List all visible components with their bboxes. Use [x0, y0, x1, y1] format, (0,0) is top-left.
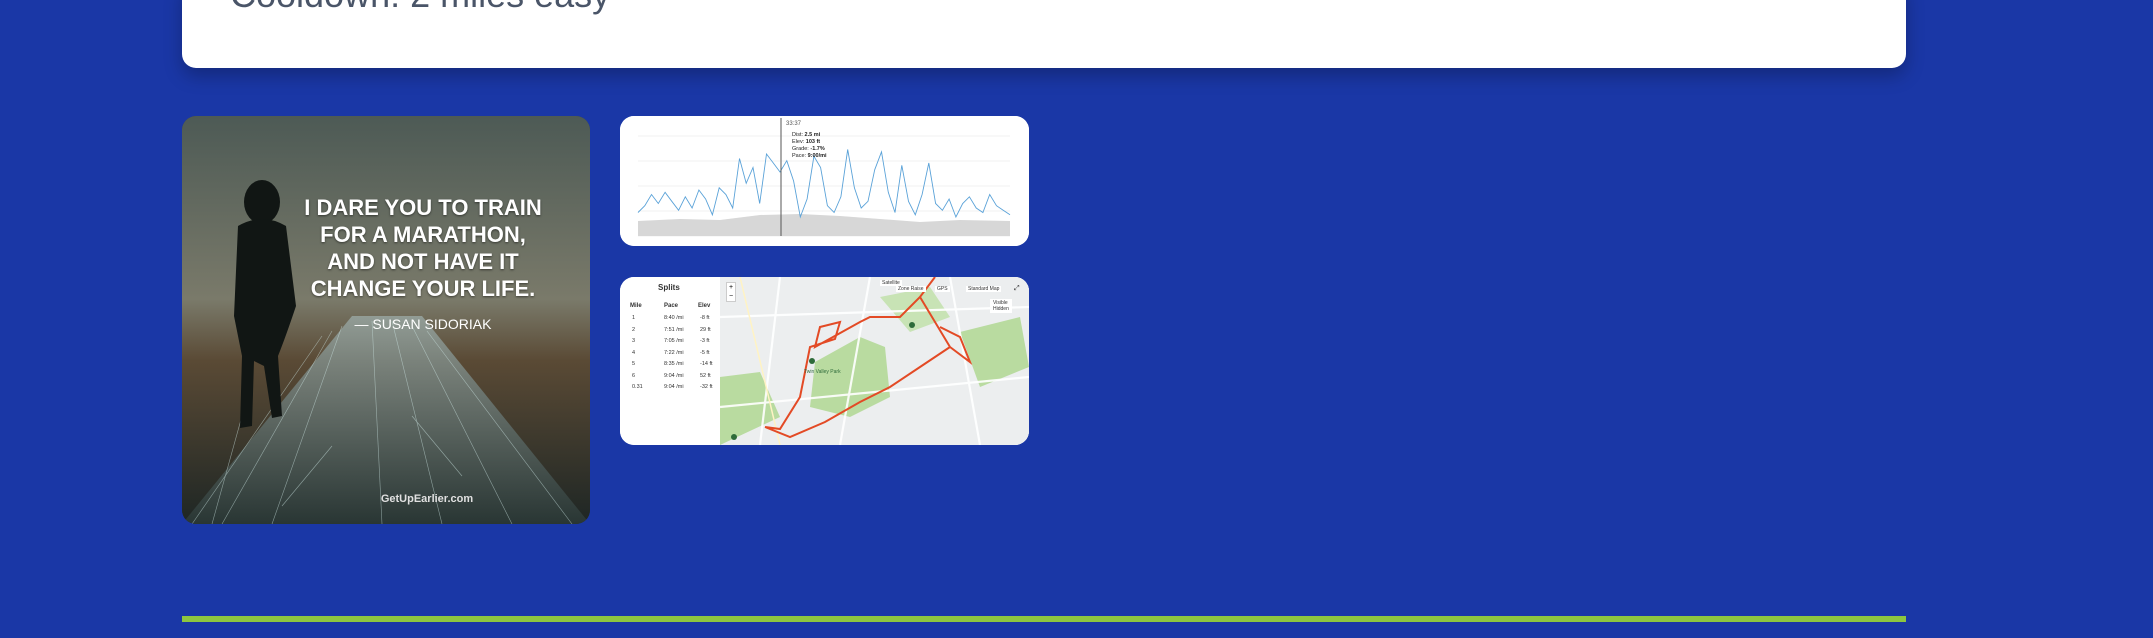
splits-panel: Splits Mile Pace Elev 1 8:40 /mi -8 ft 2 7:5…: [620, 277, 720, 445]
splits-title: Splits: [658, 283, 680, 292]
split-mile: 3: [632, 338, 636, 344]
split-elev: -8 ft: [700, 315, 710, 321]
svg-text:Elev: 103 ft: Elev: 103 ft: [792, 139, 820, 145]
quote-author: — SUSAN SIDORIAK: [354, 316, 492, 332]
zoom-controls[interactable]: + −: [726, 282, 736, 302]
pace-chart: 33:37 Dist: 2.5 mi Elev: 103 ft Grade: -…: [620, 116, 1029, 246]
workout-step-text: Cooldown: 2 miles easy: [230, 0, 610, 16]
split-mile: 2: [632, 326, 636, 333]
map-style-dropdown[interactable]: Standard Map: [966, 286, 1002, 292]
split-row: 3 7:05 /mi -3 ft: [620, 338, 720, 349]
svg-text:Pace: 9:00/mi: Pace: 9:00/mi: [792, 153, 827, 159]
svg-text:Grade: -1.7%: Grade: -1.7%: [792, 146, 825, 152]
workout-card: Cooldown: 2 miles easy: [182, 0, 1906, 68]
footer-accent-line: [182, 616, 1906, 622]
cursor-time: 33:37: [786, 121, 802, 127]
pace-chart-image[interactable]: 33:37 Dist: 2.5 mi Elev: 103 ft Grade: -…: [620, 116, 1029, 246]
quote-text: I DARE YOU TO TRAIN FOR A MARATHON, AND …: [304, 195, 542, 301]
split-pace: 8:40 /mi: [664, 315, 684, 321]
split-mile: 4: [632, 349, 636, 356]
split-pace: 7:22 /mi: [664, 349, 684, 356]
split-row: 5 8:35 /mi -14 ft: [620, 361, 720, 372]
split-mile: 0.31: [632, 384, 643, 390]
fullscreen-icon[interactable]: ⤢: [1014, 285, 1020, 293]
legend-hidden: Hidden: [993, 306, 1009, 312]
split-pace: 9:04 /mi: [664, 372, 684, 379]
park-marker: [809, 358, 815, 364]
park-label: Twin Valley Park: [804, 369, 841, 375]
route-map-image[interactable]: Splits Mile Pace Elev 1 8:40 /mi -8 ft 2 7:5…: [620, 277, 1029, 445]
split-pace: 7:51 /mi: [664, 326, 684, 333]
zone-raise-toggle[interactable]: Zone Raise: [896, 286, 926, 292]
gps-toggle[interactable]: GPS: [935, 286, 950, 292]
split-pace: 8:35 /mi: [664, 361, 684, 367]
marathon-quote-image[interactable]: I DARE YOU TO TRAIN FOR A MARATHON, AND …: [182, 116, 590, 524]
split-mile: 1: [632, 315, 636, 321]
split-mile: 6: [632, 372, 636, 379]
splits-col-elev: Elev: [698, 303, 711, 309]
split-row: 0.31 9:04 /mi -32 ft: [620, 384, 720, 395]
route-map[interactable]: Twin Valley Park + − Satellite Zone Rais…: [720, 277, 1029, 445]
split-row: 6 9:04 /mi 52 ft: [620, 373, 720, 384]
map-legend: Visible Hidden: [990, 299, 1012, 313]
split-elev: 52 ft: [700, 372, 711, 379]
split-mile: 5: [632, 361, 636, 367]
split-pace: 7:05 /mi: [664, 338, 684, 344]
map-canvas: Twin Valley Park: [720, 277, 1029, 445]
svg-text:Dist: 2.5 mi: Dist: 2.5 mi: [792, 132, 821, 138]
split-elev: -14 ft: [700, 361, 713, 367]
split-elev: -32 ft: [700, 384, 713, 390]
zoom-in-button[interactable]: +: [727, 283, 735, 292]
split-row: 4 7:22 /mi -5 ft: [620, 350, 720, 361]
splits-col-pace: Pace: [664, 303, 679, 309]
split-pace: 9:04 /mi: [664, 384, 684, 390]
split-row: 2 7:51 /mi 29 ft: [620, 327, 720, 338]
splits-col-mile: Mile: [630, 303, 642, 309]
split-elev: -3 ft: [700, 338, 710, 344]
zoom-out-button[interactable]: −: [727, 292, 735, 301]
split-elev: -5 ft: [700, 349, 710, 356]
split-elev: 29 ft: [700, 326, 711, 333]
split-row: 1 8:40 /mi -8 ft: [620, 315, 720, 326]
quote-site-watermark: GetUpEarlier.com: [380, 493, 474, 505]
